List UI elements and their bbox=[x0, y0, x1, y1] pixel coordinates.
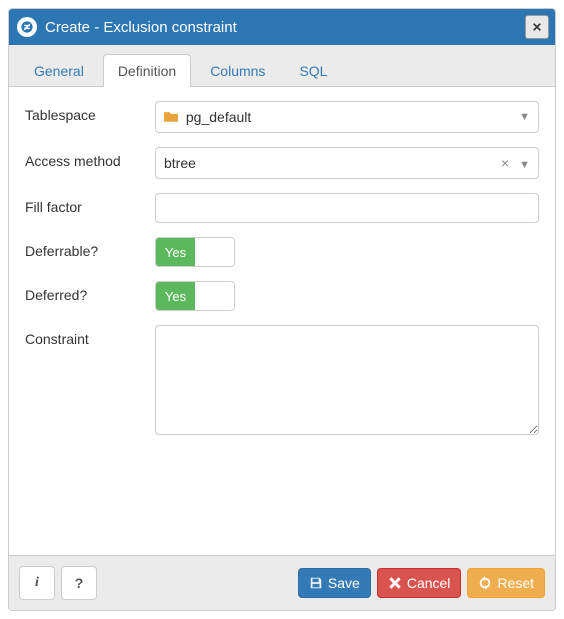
label-deferrable: Deferrable? bbox=[25, 237, 155, 259]
toggle-deferred-off bbox=[195, 282, 234, 310]
cancel-icon bbox=[388, 576, 402, 590]
label-fill-factor: Fill factor bbox=[25, 193, 155, 215]
save-button[interactable]: Save bbox=[298, 568, 371, 598]
row-constraint: Constraint bbox=[25, 325, 539, 438]
label-deferred: Deferred? bbox=[25, 281, 155, 303]
titlebar: Create - Exclusion constraint bbox=[9, 9, 555, 45]
select-tablespace[interactable]: pg_default ▼ bbox=[155, 101, 539, 133]
dialog: Create - Exclusion constraint General De… bbox=[8, 8, 556, 611]
dialog-title: Create - Exclusion constraint bbox=[45, 19, 525, 36]
input-fill-factor[interactable] bbox=[155, 193, 539, 223]
row-deferred: Deferred? Yes bbox=[25, 281, 539, 311]
footer: i ? Save Cancel Reset bbox=[9, 555, 555, 610]
toggle-deferred-value: Yes bbox=[156, 282, 195, 310]
tab-general[interactable]: General bbox=[19, 54, 99, 87]
caret-down-icon: ▼ bbox=[519, 111, 530, 123]
select-access-method-value: btree bbox=[164, 155, 196, 171]
reset-button[interactable]: Reset bbox=[467, 568, 545, 598]
tab-columns[interactable]: Columns bbox=[195, 54, 280, 87]
info-button[interactable]: i bbox=[19, 566, 55, 600]
label-constraint: Constraint bbox=[25, 325, 155, 347]
toggle-deferrable-off bbox=[195, 238, 234, 266]
select-tablespace-value: pg_default bbox=[186, 109, 251, 125]
help-icon: ? bbox=[75, 575, 84, 591]
reset-icon bbox=[478, 576, 492, 590]
row-tablespace: Tablespace pg_default ▼ bbox=[25, 101, 539, 133]
row-deferrable: Deferrable? Yes bbox=[25, 237, 539, 267]
close-icon bbox=[532, 22, 542, 32]
toggle-deferrable-value: Yes bbox=[156, 238, 195, 266]
folder-icon bbox=[164, 109, 182, 125]
cancel-button-label: Cancel bbox=[407, 575, 451, 591]
form-area: Tablespace pg_default ▼ Access method bt bbox=[9, 87, 555, 555]
cancel-button[interactable]: Cancel bbox=[377, 568, 462, 598]
clear-icon[interactable]: × bbox=[501, 155, 509, 171]
tab-definition[interactable]: Definition bbox=[103, 54, 191, 87]
textarea-constraint[interactable] bbox=[155, 325, 539, 435]
info-icon: i bbox=[35, 575, 39, 591]
row-fill-factor: Fill factor bbox=[25, 193, 539, 223]
caret-down-icon: ▼ bbox=[519, 159, 530, 171]
label-access-method: Access method bbox=[25, 147, 155, 169]
app-icon bbox=[17, 17, 37, 37]
reset-button-label: Reset bbox=[497, 575, 534, 591]
save-button-label: Save bbox=[328, 575, 360, 591]
label-tablespace: Tablespace bbox=[25, 101, 155, 123]
toggle-deferred[interactable]: Yes bbox=[155, 281, 235, 311]
close-button[interactable] bbox=[525, 15, 549, 39]
toggle-deferrable[interactable]: Yes bbox=[155, 237, 235, 267]
save-icon bbox=[309, 576, 323, 590]
help-button[interactable]: ? bbox=[61, 566, 97, 600]
tab-sql[interactable]: SQL bbox=[284, 54, 342, 87]
row-access-method: Access method btree × ▼ bbox=[25, 147, 539, 179]
tabbar: General Definition Columns SQL bbox=[9, 45, 555, 87]
select-access-method[interactable]: btree × ▼ bbox=[155, 147, 539, 179]
